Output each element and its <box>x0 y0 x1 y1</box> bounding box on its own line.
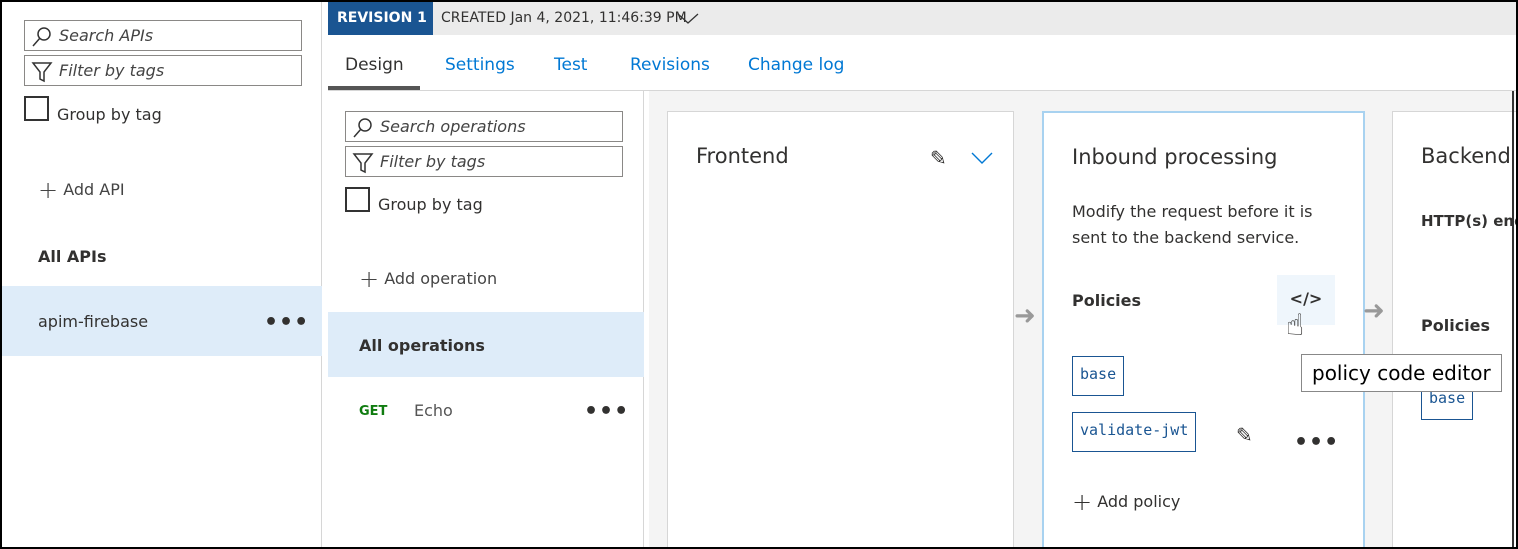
revision-badge: REVISION 1 <box>328 2 433 35</box>
policies-label: Policies <box>1072 291 1142 310</box>
operations-panel: Search operations Filter by tags Group b… <box>328 91 644 547</box>
search-apis-input[interactable]: Search APIs <box>24 20 302 51</box>
add-api-button[interactable]: + Add API <box>38 176 125 204</box>
backend-card: Backend HTTP(s) end Policies base <box>1392 111 1518 547</box>
tab-bar: Design Settings Test Revisions Change lo… <box>328 35 1516 91</box>
card-title: Inbound processing <box>1072 145 1278 169</box>
policy-validate-jwt[interactable]: validate-jwt <box>1072 412 1197 452</box>
more-icon[interactable]: ••• <box>584 401 629 423</box>
filter-operations-input[interactable]: Filter by tags <box>345 146 623 177</box>
pencil-icon[interactable]: ✎ <box>930 146 947 170</box>
policies-label: Policies <box>1421 316 1491 335</box>
card-description: Modify the request before it is sent to … <box>1072 202 1313 247</box>
active-tab-indicator <box>328 86 420 90</box>
inbound-processing-card: Inbound processing Modify the request be… <box>1042 111 1365 547</box>
tooltip: policy code editor <box>1301 354 1502 392</box>
tab-revisions[interactable]: Revisions <box>630 55 710 75</box>
search-operations-input[interactable]: Search operations <box>345 111 623 142</box>
filter-icon <box>352 153 374 174</box>
add-operation-button[interactable]: + Add operation <box>359 265 497 293</box>
tab-test[interactable]: Test <box>554 55 587 75</box>
more-icon[interactable]: ••• <box>264 312 309 334</box>
all-apis-item[interactable]: All APIs <box>38 247 107 266</box>
api-list-panel: Search APIs Filter by tags Group by tag … <box>2 2 322 547</box>
chevron-down-icon[interactable] <box>676 12 700 26</box>
tab-design[interactable]: Design <box>345 55 404 75</box>
add-policy-button[interactable]: + Add policy <box>1072 488 1180 516</box>
group-by-tag-label: Group by tag <box>378 195 483 214</box>
all-operations-item[interactable]: All operations <box>328 312 644 377</box>
method-badge: GET <box>359 404 388 419</box>
arrow-right-icon: ➜ <box>1363 296 1385 326</box>
pencil-icon[interactable]: ✎ <box>1236 423 1253 447</box>
filter-apis-input[interactable]: Filter by tags <box>24 55 302 86</box>
card-title: Backend <box>1421 144 1511 168</box>
search-placeholder: Search APIs <box>59 26 154 45</box>
scrollbar-edge <box>1512 91 1514 547</box>
hand-cursor-icon: ☝ <box>1286 308 1305 343</box>
group-by-tag-checkbox[interactable] <box>345 187 370 212</box>
card-title: Frontend <box>696 144 789 168</box>
created-date: CREATED Jan 4, 2021, 11:46:39 PM <box>441 10 687 26</box>
tab-change-log[interactable]: Change log <box>748 55 844 75</box>
tab-settings[interactable]: Settings <box>445 55 515 75</box>
operation-item-echo[interactable]: GET Echo ••• <box>328 381 644 441</box>
group-by-tag-checkbox[interactable] <box>24 96 49 121</box>
search-icon <box>32 27 51 47</box>
revision-bar: REVISION 1 CREATED Jan 4, 2021, 11:46:39… <box>328 2 1516 35</box>
plus-icon: + <box>38 176 59 204</box>
design-canvas: Frontend ✎ ➜ Inbound processing Modify t… <box>649 91 1518 547</box>
filter-placeholder: Filter by tags <box>59 61 165 80</box>
plus-icon: + <box>1072 488 1093 516</box>
policy-base[interactable]: base <box>1072 356 1125 396</box>
window: Search APIs Filter by tags Group by tag … <box>0 0 1518 549</box>
plus-icon: + <box>359 265 380 293</box>
group-by-tag-label: Group by tag <box>57 105 162 124</box>
frontend-card: Frontend ✎ <box>667 111 1014 547</box>
more-icon[interactable]: ••• <box>1294 432 1339 454</box>
arrow-right-icon: ➜ <box>1014 301 1036 331</box>
api-item-apim-firebase[interactable]: apim-firebase ••• <box>2 286 322 356</box>
filter-icon <box>31 62 53 83</box>
chevron-down-icon[interactable] <box>971 152 993 165</box>
search-icon <box>353 118 372 138</box>
endpoint-label: HTTP(s) end <box>1421 212 1518 230</box>
